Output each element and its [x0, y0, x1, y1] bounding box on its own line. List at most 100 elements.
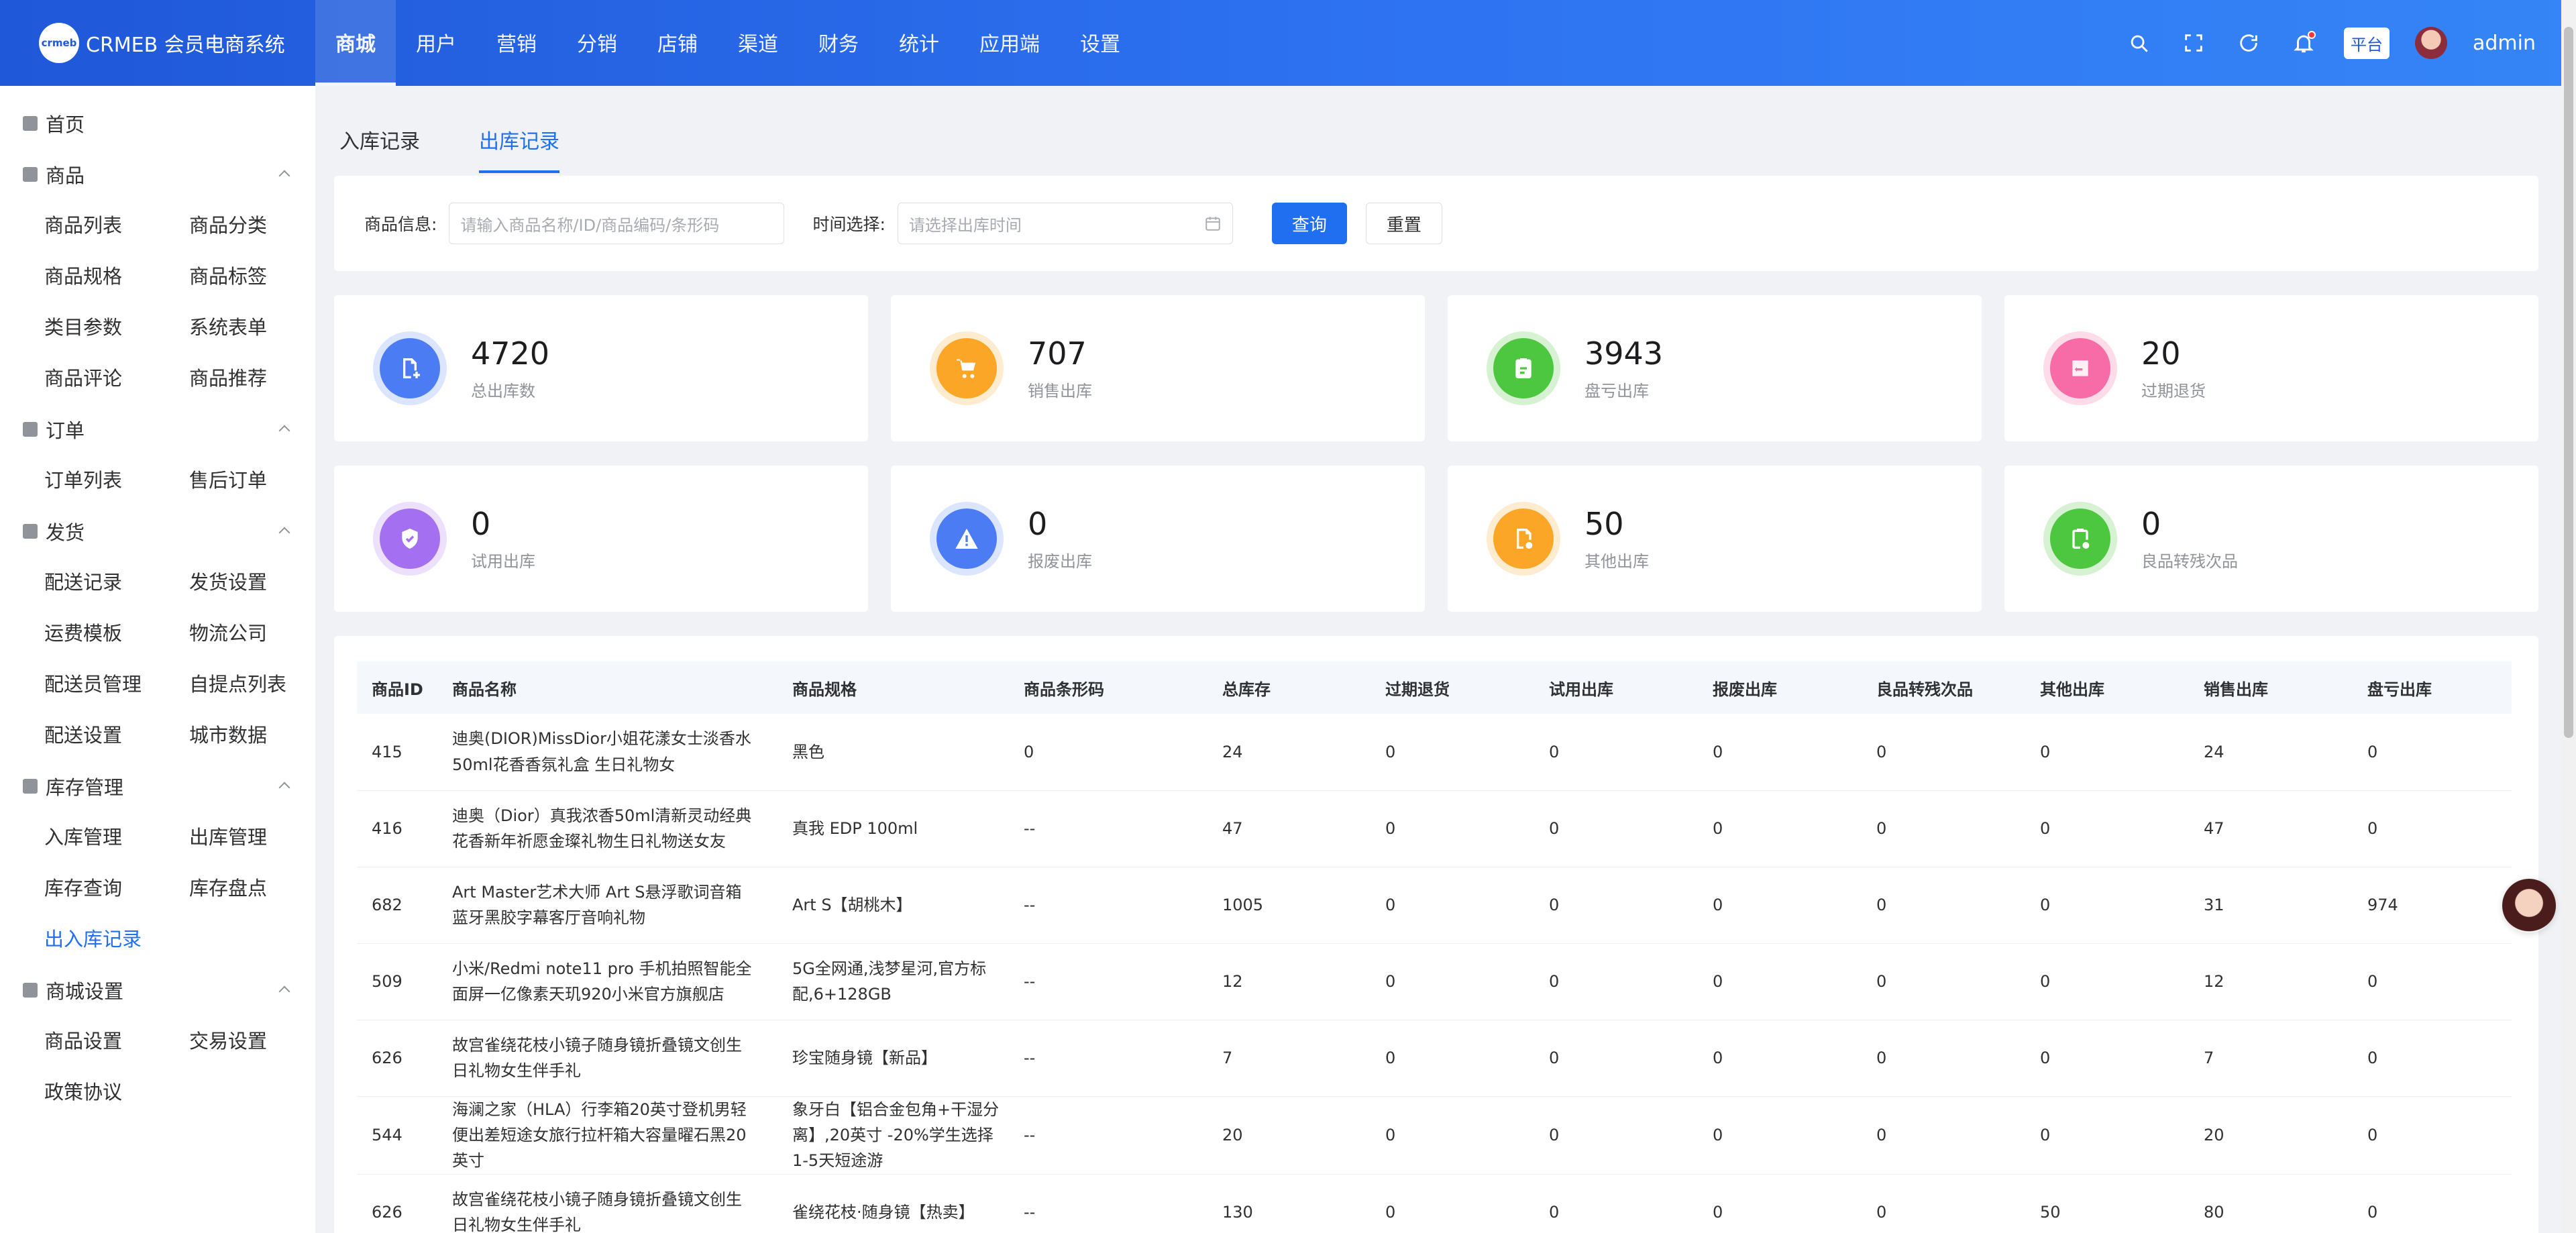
table-row[interactable]: 626 故宫雀绕花枝小镜子随身镜折叠镜文创生日礼物女生伴手礼 珍宝随身镜【新品】 --…: [357, 1020, 2512, 1097]
sidebar-item-product-settings[interactable]: 商品设置: [44, 1016, 189, 1067]
sidebar-item-shipping-settings[interactable]: 发货设置: [189, 557, 334, 608]
stat-label: 过期退货: [2141, 382, 2206, 401]
col-header-total-stock[interactable]: 总库存: [1208, 661, 1371, 714]
topnav-users[interactable]: 用户: [396, 0, 476, 86]
topnav-channels[interactable]: 渠道: [718, 0, 798, 86]
col-header-other-out[interactable]: 其他出库: [2025, 661, 2189, 714]
brand[interactable]: crmeb CRMEB 会员电商系统: [0, 23, 315, 63]
stat-card-total-out: 4720 总出库数: [334, 295, 868, 441]
sidebar-item-logistics[interactable]: 物流公司: [189, 608, 334, 659]
sidebar-item-city-data[interactable]: 城市数据: [189, 710, 334, 761]
topnav-stores[interactable]: 店铺: [637, 0, 718, 86]
cell-defective: 0: [1862, 1020, 2025, 1097]
submenu-mall-settings: 商品设置 交易设置 政策协议: [0, 1016, 315, 1118]
sidebar-group-label: 发货: [46, 521, 85, 544]
cell-spec: 象牙白【铝合金包角+干湿分离】,20英寸 -20%学生选择1-5天短途游: [777, 1096, 1009, 1175]
col-header-loss-out[interactable]: 盘亏出库: [2353, 661, 2512, 714]
sidebar-item-system-forms[interactable]: 系统表单: [189, 302, 334, 353]
tab-stock-in-records[interactable]: 入库记录: [339, 125, 420, 173]
cell-expired-return: 0: [1371, 714, 1534, 791]
topnav-distribution[interactable]: 分销: [557, 0, 637, 86]
col-header-id[interactable]: 商品ID: [357, 661, 437, 714]
sidebar-item-product-tags[interactable]: 商品标签: [189, 251, 334, 302]
sidebar-group-products[interactable]: 商品: [0, 149, 315, 200]
sidebar-item-stock-out[interactable]: 出库管理: [189, 812, 334, 863]
cell-barcode: --: [1009, 1174, 1208, 1233]
sidebar-item-product-reviews[interactable]: 商品评论: [44, 353, 189, 404]
table-row[interactable]: 626 故宫雀绕花枝小镜子随身镜折叠镜文创生日礼物女生伴手礼 雀绕花枝·随身镜【热卖…: [357, 1174, 2512, 1233]
refresh-icon[interactable]: [2234, 28, 2263, 58]
topnav-apps[interactable]: 应用端: [959, 0, 1060, 86]
col-header-spec[interactable]: 商品规格: [777, 661, 1009, 714]
sidebar-item-category-params[interactable]: 类目参数: [44, 302, 189, 353]
bell-icon[interactable]: [2289, 28, 2318, 58]
sidebar-item-policy[interactable]: 政策协议: [44, 1067, 189, 1118]
customer-service-avatar[interactable]: [2502, 879, 2556, 932]
product-search-input[interactable]: 请输入商品名称/ID/商品编码/条形码: [449, 203, 785, 244]
col-header-name[interactable]: 商品名称: [437, 661, 777, 714]
cell-defective: 0: [1862, 714, 2025, 791]
reset-button[interactable]: 重置: [1365, 203, 1442, 244]
cell-spec: 真我 EDP 100ml: [777, 790, 1009, 867]
date-picker-input[interactable]: 请选择出库时间: [897, 203, 1233, 244]
topnav-mall[interactable]: 商城: [315, 0, 396, 86]
col-header-sales-out[interactable]: 销售出库: [2189, 661, 2353, 714]
sidebar-group-orders[interactable]: 订单: [0, 404, 315, 455]
sidebar-item-product-list[interactable]: 商品列表: [44, 200, 189, 251]
sidebar-item-after-sale[interactable]: 售后订单: [189, 455, 334, 506]
sidebar-item-stocktake[interactable]: 库存盘点: [189, 863, 334, 914]
col-header-defective[interactable]: 良品转残次品: [1862, 661, 2025, 714]
table-row[interactable]: 415 迪奥(DIOR)MissDior小姐花漾女士淡香水50ml花香香氛礼盒 生…: [357, 714, 2512, 791]
cell-trial-out: 0: [1534, 943, 1698, 1020]
platform-badge[interactable]: 平台: [2344, 27, 2390, 59]
page-scrollbar[interactable]: [2561, 0, 2576, 1233]
stat-label: 销售出库: [1028, 382, 1092, 401]
fullscreen-icon[interactable]: [2179, 28, 2208, 58]
table-row[interactable]: 544 海澜之家（HLA）行李箱20英寸登机男轻便出差短途女旅行拉杆箱大容量曜石黑…: [357, 1096, 2512, 1175]
submenu-products: 商品列表 商品分类 商品规格 商品标签 类目参数 系统表单 商品评论 商品推荐: [0, 200, 315, 404]
sidebar-group-mall-settings[interactable]: 商城设置: [0, 965, 315, 1016]
sidebar-group-inventory[interactable]: 库存管理: [0, 761, 315, 812]
cell-barcode: --: [1009, 943, 1208, 1020]
topnav-marketing[interactable]: 营销: [476, 0, 557, 86]
tab-stock-out-records[interactable]: 出库记录: [479, 125, 559, 173]
table-row[interactable]: 416 迪奥（Dior）真我浓香50ml清新灵动经典花香新年祈愿金璨礼物生日礼物送…: [357, 790, 2512, 867]
cell-name: 迪奥(DIOR)MissDior小姐花漾女士淡香水50ml花香香氛礼盒 生日礼物…: [437, 714, 777, 791]
table-row[interactable]: 682 Art Master艺术大师 Art S悬浮歌词音箱蓝牙黑胶字幕客厅音响礼…: [357, 867, 2512, 944]
calendar-icon: [1205, 217, 1220, 231]
avatar[interactable]: [2415, 27, 2447, 59]
sidebar-item-pickup-points[interactable]: 自提点列表: [189, 659, 334, 710]
sidebar-item-trade-settings[interactable]: 交易设置: [189, 1016, 334, 1067]
sidebar-item-product-recommend[interactable]: 商品推荐: [189, 353, 334, 404]
topnav-settings[interactable]: 设置: [1060, 0, 1140, 86]
admin-name[interactable]: admin: [2473, 32, 2536, 55]
chevron-up-icon: [278, 425, 290, 437]
query-button[interactable]: 查询: [1271, 203, 1347, 244]
filter-bar: 商品信息: 请输入商品名称/ID/商品编码/条形码 时间选择: 请选择出库时间 …: [334, 176, 2538, 271]
cell-trial-out: 0: [1534, 867, 1698, 944]
col-header-expired-return[interactable]: 过期退货: [1371, 661, 1534, 714]
sidebar-item-delivery-settings[interactable]: 配送设置: [44, 710, 189, 761]
sidebar-item-stock-records[interactable]: 出入库记录: [44, 914, 189, 965]
sidebar-item-stock-in[interactable]: 入库管理: [44, 812, 189, 863]
stat-card-sales-out: 707 销售出库: [891, 295, 1425, 441]
scrollbar-thumb[interactable]: [2564, 27, 2573, 738]
search-icon[interactable]: [2124, 28, 2153, 58]
topnav-finance[interactable]: 财务: [798, 0, 879, 86]
sidebar-item-order-list[interactable]: 订单列表: [44, 455, 189, 506]
col-header-trial-out[interactable]: 试用出库: [1534, 661, 1698, 714]
sidebar-item-product-category[interactable]: 商品分类: [189, 200, 334, 251]
sidebar-item-delivery-records[interactable]: 配送记录: [44, 557, 189, 608]
cell-scrap-out: 0: [1698, 1174, 1862, 1233]
sidebar-group-shipping[interactable]: 发货: [0, 506, 315, 557]
sidebar-item-home[interactable]: 首页: [0, 98, 315, 149]
topnav-statistics[interactable]: 统计: [879, 0, 959, 86]
sidebar-item-stock-query[interactable]: 库存查询: [44, 863, 189, 914]
cell-trial-out: 0: [1534, 714, 1698, 791]
col-header-scrap-out[interactable]: 报废出库: [1698, 661, 1862, 714]
col-header-barcode[interactable]: 商品条形码: [1009, 661, 1208, 714]
sidebar-item-freight-template[interactable]: 运费模板: [44, 608, 189, 659]
table-row[interactable]: 509 小米/Redmi note11 pro 手机拍照智能全面屏一亿像素天玑92…: [357, 943, 2512, 1020]
sidebar-item-courier-manage[interactable]: 配送员管理: [44, 659, 189, 710]
sidebar-item-product-spec[interactable]: 商品规格: [44, 251, 189, 302]
